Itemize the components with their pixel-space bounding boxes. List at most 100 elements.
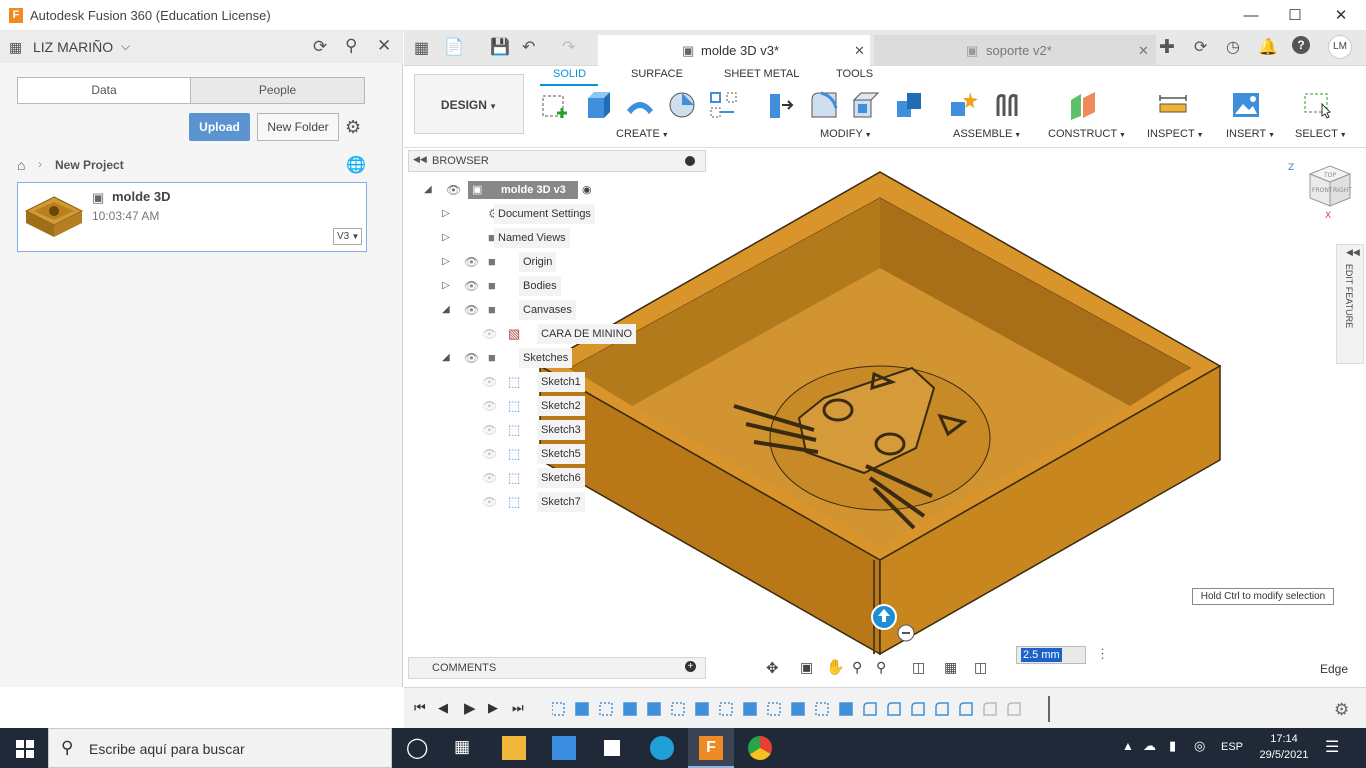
tree-item[interactable]: ▷⚙Document Settings — [424, 204, 704, 224]
more-options-icon[interactable]: ⋮ — [1096, 646, 1109, 662]
step-forward-icon[interactable]: ▶ — [488, 700, 498, 716]
comments-panel[interactable]: COMMENTS + — [408, 657, 706, 679]
viewcube-right[interactable]: RIGHT — [1333, 187, 1352, 194]
clock[interactable]: 17:14 29/5/2021 — [1252, 731, 1316, 765]
offset-plane-icon[interactable] — [1068, 90, 1098, 120]
combine-icon[interactable] — [894, 90, 924, 120]
group-insert[interactable]: INSERT ▼ — [1226, 128, 1275, 140]
timeline-features[interactable] — [551, 700, 1042, 718]
notifications-icon[interactable]: 🔔 — [1258, 37, 1278, 57]
expand-icon[interactable]: ▷ — [442, 276, 450, 296]
dimension-field[interactable]: 2.5 mm — [1016, 646, 1086, 664]
close-button[interactable]: ✕ — [1318, 0, 1364, 31]
play-icon[interactable]: ▶ — [464, 699, 476, 717]
insert-image-icon[interactable] — [1231, 90, 1261, 120]
tree-item[interactable]: ▷ 👁 ■ Origin — [424, 252, 704, 272]
add-comment-icon[interactable]: + — [685, 661, 696, 672]
press-pull-icon[interactable] — [766, 90, 796, 120]
grid-menu-icon[interactable]: ▦ — [414, 38, 429, 58]
tab-sheet-metal[interactable]: SHEET METAL — [724, 68, 799, 80]
group-construct[interactable]: CONSTRUCT ▼ — [1048, 128, 1126, 140]
tab-tools[interactable]: TOOLS — [836, 68, 873, 80]
file-explorer-icon[interactable] — [502, 736, 526, 760]
home-icon[interactable]: ⌂ — [17, 157, 25, 173]
chrome-icon[interactable] — [748, 736, 772, 760]
extensions-icon[interactable]: ⟳ — [1194, 37, 1207, 57]
tab-soporte[interactable]: ▣ soporte v2* ✕ — [874, 35, 1156, 66]
tree-root[interactable]: ◢ 👁 ▣ molde 3D v3 ◉ — [424, 180, 604, 200]
eye-icon[interactable]: 👁 — [464, 348, 479, 368]
new-component-icon[interactable] — [948, 90, 978, 120]
file-menu-icon[interactable]: 📄 — [444, 37, 464, 57]
globe-icon[interactable]: 🌐 — [346, 155, 366, 175]
battery-icon[interactable]: ▮ — [1169, 738, 1176, 754]
tray-chevron-icon[interactable]: ▲ — [1122, 739, 1134, 753]
sphere-icon[interactable] — [667, 90, 697, 120]
tree-item[interactable]: ▷ 👁 ■ Bodies — [424, 276, 704, 296]
timeline-settings-gear-icon[interactable]: ⚙ — [1334, 700, 1349, 720]
maximize-button[interactable]: ☐ — [1272, 0, 1318, 31]
eye-icon[interactable]: 👁 — [482, 396, 497, 416]
look-at-icon[interactable]: ▣ — [800, 659, 813, 676]
fillet-icon[interactable] — [809, 90, 839, 120]
tree-item[interactable]: ◢ 👁 ■ Sketches — [424, 348, 704, 368]
eye-icon[interactable]: 👁 — [464, 300, 479, 320]
fusion-taskbar-button[interactable]: F — [688, 728, 734, 768]
joint-icon[interactable] — [992, 90, 1022, 120]
windows-start-icon[interactable] — [16, 740, 34, 758]
tree-item[interactable]: 👁 ⬚ Sketch5 — [424, 444, 704, 464]
expand-icon[interactable]: ◢ — [442, 348, 450, 368]
activate-radio-icon[interactable]: ◉ — [582, 180, 592, 200]
notification-center-icon[interactable]: ☰ — [1325, 737, 1339, 757]
tab-surface[interactable]: SURFACE — [631, 68, 683, 80]
mail-icon[interactable] — [600, 736, 624, 760]
go-to-end-icon[interactable]: ⏭ — [512, 700, 524, 716]
viewcube-top[interactable]: TOP — [1323, 172, 1336, 179]
edit-feature-tab[interactable]: ◀◀ EDIT FEATURE — [1336, 244, 1364, 364]
close-tab-icon[interactable]: ✕ — [854, 35, 865, 66]
eye-icon[interactable]: 👁 — [464, 276, 479, 296]
microsoft-store-icon[interactable] — [552, 736, 576, 760]
orbit-icon[interactable]: ✥ — [766, 659, 779, 677]
tree-item[interactable]: ▷ ■ Named Views — [424, 228, 704, 248]
close-panel-icon[interactable]: ✕ — [377, 36, 391, 56]
expand-icon[interactable]: ▷ — [442, 252, 450, 272]
file-card[interactable]: ▣ molde 3D 10:03:47 AM V3 ▼ — [17, 182, 367, 252]
group-assemble[interactable]: ASSEMBLE ▼ — [953, 128, 1021, 140]
zoom-icon[interactable]: ⚲ — [852, 659, 862, 676]
group-create[interactable]: CREATE ▼ — [616, 128, 669, 140]
pan-icon[interactable]: ✋ — [826, 658, 845, 676]
eye-icon[interactable]: 👁 — [482, 420, 497, 440]
extrude-icon[interactable] — [582, 90, 612, 120]
eye-icon[interactable]: 👁 — [482, 444, 497, 464]
chevron-down-icon[interactable]: ⌵ — [121, 39, 130, 54]
tab-molde-3d[interactable]: ▣ molde 3D v3* ✕ — [598, 35, 870, 66]
eye-icon[interactable]: 👁 — [446, 180, 461, 200]
eye-icon[interactable]: 👁 — [464, 252, 479, 272]
viewports-icon[interactable]: ◫ — [974, 659, 987, 676]
expand-icon[interactable]: ◢ — [424, 180, 432, 200]
collapse-icon[interactable]: ◀◀ — [413, 154, 427, 165]
save-icon[interactable]: 💾 — [490, 37, 510, 57]
fit-icon[interactable]: ⚲ — [876, 659, 886, 676]
undo-icon[interactable]: ↶ — [522, 37, 535, 57]
refresh-icon[interactable]: ⟳ — [313, 37, 327, 57]
expand-icon[interactable]: ▷ — [442, 228, 450, 248]
grid-settings-icon[interactable]: ▦ — [944, 659, 957, 676]
expand-icon[interactable]: ▷ — [442, 204, 450, 224]
minimize-panel-icon[interactable] — [685, 156, 695, 166]
tab-data[interactable]: Data — [17, 77, 191, 104]
viewcube-front[interactable]: FRONT — [1312, 187, 1333, 194]
avatar[interactable]: LM — [1328, 35, 1352, 59]
tree-item[interactable]: 👁 ⬚ Sketch6 — [424, 468, 704, 488]
tree-item[interactable]: ◢ 👁 ■ Canvases — [424, 300, 704, 320]
job-status-icon[interactable]: ◷ — [1226, 37, 1240, 57]
eye-icon[interactable]: 👁 — [482, 468, 497, 488]
shell-icon[interactable] — [851, 90, 881, 120]
task-view-icon[interactable]: ▦ — [454, 737, 470, 757]
tab-people[interactable]: People — [190, 77, 365, 104]
eye-icon[interactable]: 👁 — [482, 492, 497, 512]
cortana-icon[interactable]: ◯ — [406, 735, 428, 760]
go-to-start-icon[interactable]: ⏮ — [414, 700, 426, 716]
tree-item[interactable]: 👁 ⬚ Sketch1 — [424, 372, 704, 392]
